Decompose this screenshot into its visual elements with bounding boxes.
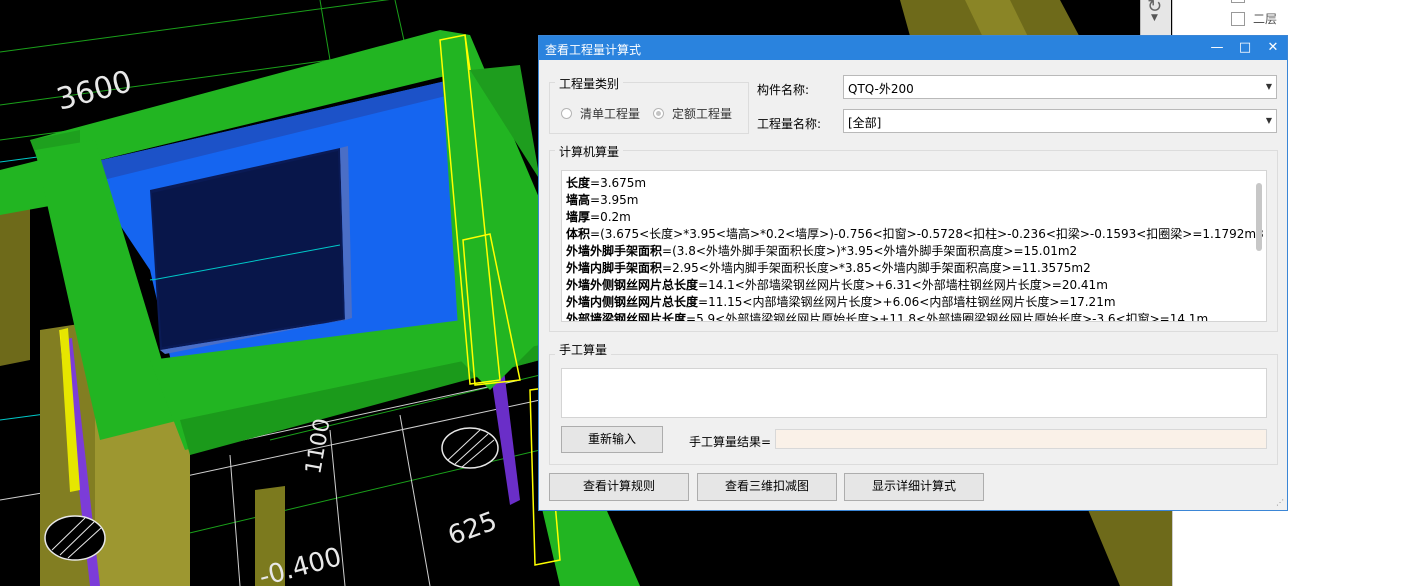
quantity-formula-dialog: 查看工程量计算式 — □ ✕ 工程量类别 清单工程量 定额工程量 构件名称: Q…	[538, 35, 1288, 511]
calc-line-expression: =2.95<外墙内脚手架面积长度>*3.85<外墙内脚手架面积高度>=11.35…	[662, 261, 1091, 275]
calc-line: 外墙外侧钢丝网片总长度=14.1<外部墙梁钢丝网片长度>+6.31<外部墙柱钢丝…	[566, 277, 1246, 294]
resize-grip-icon[interactable]: ⋰	[1276, 498, 1284, 507]
calc-line-name: 外墙外侧钢丝网片总长度	[566, 278, 699, 292]
calc-line: 墙厚=0.2m	[566, 209, 1246, 226]
calc-line-expression: =0.2m	[590, 210, 631, 224]
computer-calc-textarea[interactable]: 长度=3.675m 墙高=3.95m 墙厚=0.2m 体积=(3.675<长度>*3.…	[561, 170, 1267, 322]
radio-bill-quantity[interactable]: 清单工程量	[561, 105, 640, 122]
calc-line-name: 外墙内侧钢丝网片总长度	[566, 295, 699, 309]
chevron-down-icon: ▼	[1265, 116, 1272, 125]
calc-lines: 长度=3.675m 墙高=3.95m 墙厚=0.2m 体积=(3.675<长度>*3.…	[566, 175, 1264, 322]
chevron-down-icon[interactable]: ▼	[1151, 13, 1158, 23]
floor-item[interactable]: 二层	[1231, 10, 1277, 27]
close-button[interactable]: ✕	[1259, 36, 1287, 60]
radio-circle[interactable]	[561, 108, 572, 119]
dialog-titlebar[interactable]: 查看工程量计算式 — □ ✕	[539, 36, 1287, 60]
manual-calc-label: 手工算量	[555, 341, 612, 358]
minimize-button[interactable]: —	[1203, 36, 1231, 60]
floor-checkbox[interactable]	[1231, 11, 1245, 26]
radio-quota-quantity-label: 定额工程量	[672, 107, 733, 121]
calc-line: 体积=(3.675<长度>*3.95<墙高>*0.2<墙厚>)-0.756<扣窗…	[566, 226, 1264, 243]
radio-quota-quantity[interactable]: 定额工程量	[653, 105, 732, 122]
calc-line-name: 长度	[566, 176, 591, 190]
component-name-select[interactable]: QTQ-外200 ▼	[843, 75, 1277, 99]
calc-line-name: 墙高	[566, 193, 591, 207]
radio-bill-quantity-label: 清单工程量	[580, 107, 641, 121]
view-3d-deduction-button[interactable]: 查看三维扣减图	[697, 473, 837, 501]
calc-line-expression: =14.1<外部墙梁钢丝网片长度>+6.31<外部墙柱钢丝网片长度>=20.41…	[698, 278, 1108, 292]
calc-line: 长度=3.675m	[566, 175, 1246, 192]
quantity-name-select[interactable]: [全部] ▼	[843, 109, 1277, 133]
show-detail-formula-button[interactable]: 显示详细计算式	[844, 473, 984, 501]
calc-line-expression: =3.675m	[590, 176, 647, 190]
calc-line: 外墙内脚手架面积=2.95<外墙内脚手架面积长度>*3.85<外墙内脚手架面积高…	[566, 260, 1246, 277]
calc-line-name: 墙厚	[566, 210, 591, 224]
dialog-title: 查看工程量计算式	[545, 43, 642, 57]
dim-3600: 3600	[53, 64, 136, 118]
calc-line-name: 外墙外脚手架面积	[566, 244, 663, 258]
toolbar-strip: ↻ ▼	[1140, 0, 1171, 40]
calc-line-expression: =3.95m	[590, 193, 639, 207]
calc-line: 外部墙梁钢丝网片长度=5.9<外部墙梁钢丝网片原始长度>+11.8<外部墙圈梁钢…	[566, 311, 1246, 322]
calc-line-name: 外墙内脚手架面积	[566, 261, 663, 275]
quantity-name-value: [全部]	[848, 116, 882, 130]
calc-line: 外墙外脚手架面积=(3.8<外墙外脚手架面积长度>)*3.95<外墙外脚手架面积…	[566, 243, 1246, 260]
dim-1100: 1100	[301, 417, 335, 476]
calc-line-expression: =11.15<内部墙梁钢丝网片长度>+6.06<内部墙柱钢丝网片长度>=17.2…	[698, 295, 1116, 309]
calc-line-name: 体积	[566, 227, 591, 241]
floor-label: 二层	[1253, 12, 1278, 26]
scrollbar-thumb[interactable]	[1256, 183, 1262, 251]
reinput-button[interactable]: 重新输入	[561, 426, 663, 453]
calc-line: 墙高=3.95m	[566, 192, 1246, 209]
radio-circle-selected[interactable]	[653, 108, 664, 119]
computer-calc-label: 计算机算量	[555, 143, 624, 160]
calc-line: 外墙内侧钢丝网片总长度=11.15<内部墙梁钢丝网片长度>+6.06<内部墙柱钢…	[566, 294, 1246, 311]
manual-result-field[interactable]	[775, 429, 1267, 449]
view-calc-rules-button[interactable]: 查看计算规则	[549, 473, 689, 501]
dim-625: 625	[444, 506, 501, 551]
checkbox-partial[interactable]	[1231, 0, 1245, 3]
component-name-label: 构件名称:	[757, 83, 810, 97]
component-name-value: QTQ-外200	[848, 82, 914, 96]
calc-line-name: 外部墙梁钢丝网片长度	[566, 312, 687, 322]
category-group-label: 工程量类别	[555, 75, 624, 92]
quantity-name-label: 工程量名称:	[757, 117, 822, 131]
calc-line-expression: =5.9<外部墙梁钢丝网片原始长度>+11.8<外部墙圈梁钢丝网片原始长度>-3…	[686, 312, 1209, 322]
maximize-button[interactable]: □	[1231, 36, 1259, 60]
calc-line-expression: =(3.675<长度>*3.95<墙高>*0.2<墙厚>)-0.756<扣窗>-…	[590, 227, 1264, 241]
chevron-down-icon: ▼	[1265, 82, 1272, 91]
calc-line-expression: =(3.8<外墙外脚手架面积长度>)*3.95<外墙外脚手架面积高度>=15.0…	[662, 244, 1078, 258]
manual-calc-input[interactable]	[561, 368, 1267, 418]
manual-result-label: 手工算量结果=	[689, 435, 772, 449]
